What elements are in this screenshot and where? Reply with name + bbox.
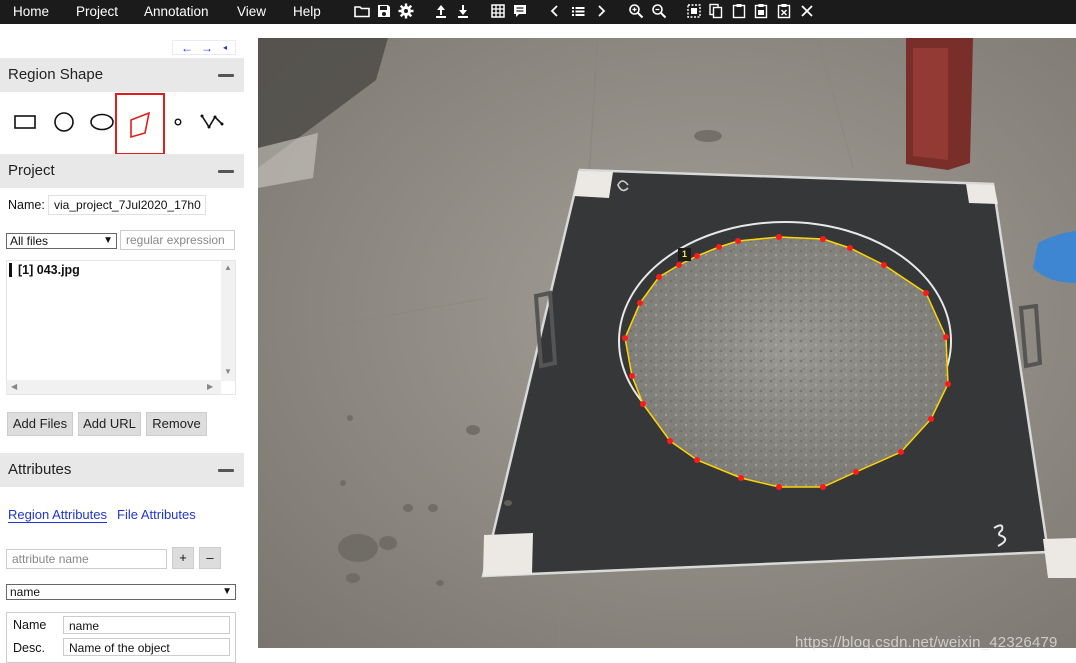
attribute-select-value: name xyxy=(10,585,41,599)
attribute-desc-label: Desc. xyxy=(13,641,45,655)
shape-polyline-icon[interactable] xyxy=(200,102,226,142)
add-url-button[interactable]: Add URL xyxy=(78,412,141,436)
download-icon[interactable] xyxy=(454,2,472,20)
arrow-left-icon[interactable]: ← xyxy=(181,41,193,55)
collapse-icon[interactable] xyxy=(218,74,234,77)
attribute-id-input[interactable]: name xyxy=(63,616,230,634)
dropdown-arrow-icon: ▼ xyxy=(222,586,232,597)
chevron-right-icon[interactable] xyxy=(592,2,610,20)
attribute-select[interactable]: name ▼ xyxy=(6,584,236,600)
collapse-icon[interactable] xyxy=(218,469,234,472)
copy-icon[interactable] xyxy=(707,2,725,20)
paste-icon[interactable] xyxy=(730,2,748,20)
select-all-icon[interactable] xyxy=(685,2,703,20)
file-filter-value: All files xyxy=(10,234,49,248)
regex-filter-input[interactable]: regular expression xyxy=(120,230,235,250)
add-attribute-button[interactable]: + xyxy=(172,547,194,569)
project-header[interactable]: Project xyxy=(0,154,244,188)
menu-view[interactable]: View xyxy=(237,0,266,24)
paste-region-icon[interactable] xyxy=(752,2,770,20)
zoom-in-icon[interactable] xyxy=(627,2,645,20)
attribute-name-label: Name xyxy=(13,618,47,632)
save-icon[interactable] xyxy=(375,2,393,20)
watermark-text: https://blog.csdn.net/weixin_42326479 xyxy=(795,634,1058,651)
tab-file-attributes[interactable]: File Attributes xyxy=(117,507,196,522)
project-name-label: Name: xyxy=(8,198,45,212)
shape-rectangle-icon[interactable] xyxy=(13,102,37,142)
region-shape-title: Region Shape xyxy=(8,66,104,83)
left-sidebar: ← → ◂ Region Shape Project Name: via_pro… xyxy=(0,24,244,663)
top-menubar: Home Project Annotation View Help xyxy=(0,0,1076,24)
attributes-title: Attributes xyxy=(8,461,72,478)
grid-icon[interactable] xyxy=(489,2,507,20)
menu-help[interactable]: Help xyxy=(293,0,321,24)
region-shape-header[interactable]: Region Shape xyxy=(0,58,244,92)
shape-polygon-selected-highlight[interactable] xyxy=(115,93,165,155)
close-icon[interactable] xyxy=(798,2,816,20)
tab-region-attributes[interactable]: Region Attributes xyxy=(8,507,108,523)
collapse-icon[interactable] xyxy=(218,170,234,173)
sidebar-nav: ← → ◂ xyxy=(172,40,236,55)
attributes-header[interactable]: Attributes xyxy=(0,453,244,487)
project-name-input[interactable]: via_project_7Jul2020_17h0 xyxy=(48,195,206,215)
dropdown-arrow-icon: ▼ xyxy=(103,235,113,246)
shape-ellipse-icon[interactable] xyxy=(89,102,115,142)
zoom-out-icon[interactable] xyxy=(650,2,668,20)
annotated-image[interactable] xyxy=(258,38,1076,648)
shape-point-icon[interactable] xyxy=(172,102,184,142)
vertical-scrollbar[interactable]: ▲ ▼ xyxy=(221,261,235,381)
file-filter-select[interactable]: All files ▼ xyxy=(6,233,117,249)
region-id-label[interactable]: 1 xyxy=(678,248,691,261)
menu-project[interactable]: Project xyxy=(76,0,118,24)
shape-polygon-icon xyxy=(130,111,151,139)
remove-attribute-button[interactable]: – xyxy=(199,547,221,569)
attribute-desc-input[interactable]: Name of the object xyxy=(63,638,230,656)
menu-home[interactable]: Home xyxy=(13,0,49,24)
scroll-left-icon[interactable]: ◀ xyxy=(11,382,17,391)
horizontal-scrollbar[interactable]: ◀ ▶ xyxy=(7,380,221,394)
file-list-item[interactable]: [1] 043.jpg xyxy=(9,263,80,277)
image-canvas[interactable]: 1 xyxy=(258,38,1076,648)
chevron-left-icon[interactable] xyxy=(546,2,564,20)
settings-icon[interactable] xyxy=(397,2,415,20)
menu-annotation[interactable]: Annotation xyxy=(144,0,209,24)
project-title: Project xyxy=(8,162,55,179)
upload-icon[interactable] xyxy=(432,2,450,20)
attribute-name-input[interactable]: attribute name xyxy=(6,549,167,569)
scroll-down-icon[interactable]: ▼ xyxy=(224,367,232,376)
open-folder-icon[interactable] xyxy=(353,2,371,20)
delete-icon[interactable] xyxy=(775,2,793,20)
file-list: [1] 043.jpg ▲ ▼ ◀ ▶ xyxy=(6,260,236,395)
comment-icon[interactable] xyxy=(511,2,529,20)
shape-circle-icon[interactable] xyxy=(52,102,76,142)
add-files-button[interactable]: Add Files xyxy=(7,412,73,436)
attribute-detail-table: Name name Desc. Name of the object xyxy=(6,612,236,663)
collapse-sidebar-icon[interactable]: ◂ xyxy=(223,41,227,55)
remove-file-button[interactable]: Remove xyxy=(146,412,207,436)
list-icon[interactable] xyxy=(569,2,587,20)
arrow-right-icon[interactable]: → xyxy=(201,41,213,55)
scroll-up-icon[interactable]: ▲ xyxy=(224,263,232,272)
scroll-right-icon[interactable]: ▶ xyxy=(207,382,213,391)
